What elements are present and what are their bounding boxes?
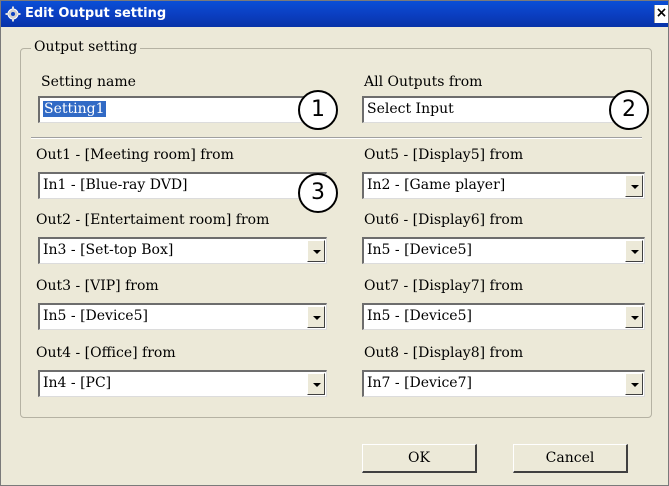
callout-2: 2 — [609, 90, 649, 130]
setting-name-label: Setting name — [41, 74, 136, 90]
out3-value: In5 - [Device5] — [43, 308, 148, 324]
close-icon[interactable]: × — [654, 5, 668, 23]
out5-label: Out5 - [Display5] from — [364, 147, 524, 163]
out4-label: Out4 - [Office] from — [36, 345, 176, 361]
out1-value: In1 - [Blue-ray DVD] — [43, 177, 188, 193]
setting-name-input[interactable]: Setting1 — [38, 96, 315, 123]
ok-button[interactable]: OK — [362, 444, 477, 473]
setting-name-value: Setting1 — [43, 101, 106, 117]
cancel-button[interactable]: Cancel — [513, 444, 628, 473]
callout-3: 3 — [298, 173, 338, 213]
title-bar[interactable]: Edit Output setting × — [1, 1, 668, 27]
out8-value: In7 - [Device7] — [367, 375, 472, 391]
out5-select[interactable]: In2 - [Game player] — [362, 172, 645, 199]
chevron-down-icon[interactable] — [625, 373, 643, 395]
chevron-down-icon[interactable] — [625, 175, 643, 197]
window-title: Edit Output setting — [25, 6, 167, 21]
out7-select[interactable]: In5 - [Device5] — [362, 303, 645, 330]
out7-label: Out7 - [Display7] from — [364, 278, 524, 294]
all-outputs-select[interactable]: Select Input — [362, 96, 641, 123]
out5-value: In2 - [Game player] — [367, 177, 506, 193]
out6-select[interactable]: In5 - [Device5] — [362, 237, 645, 264]
out4-value: In4 - [PC] — [43, 375, 112, 391]
chevron-down-icon[interactable] — [307, 240, 325, 262]
out1-label: Out1 - [Meeting room] from — [36, 147, 234, 163]
out8-label: Out8 - [Display8] from — [364, 345, 524, 361]
chevron-down-icon[interactable] — [307, 306, 325, 328]
callout-1: 1 — [298, 90, 338, 130]
out2-select[interactable]: In3 - [Set-top Box] — [38, 237, 327, 264]
out3-select[interactable]: In5 - [Device5] — [38, 303, 327, 330]
out3-label: Out3 - [VIP] from — [36, 278, 159, 294]
out2-label: Out2 - [Entertaiment room] from — [36, 212, 270, 228]
chevron-down-icon[interactable] — [625, 306, 643, 328]
out6-value: In5 - [Device5] — [367, 242, 472, 258]
out7-value: In5 - [Device5] — [367, 308, 472, 324]
out8-select[interactable]: In7 - [Device7] — [362, 370, 645, 397]
all-outputs-label: All Outputs from — [364, 74, 483, 90]
chevron-down-icon[interactable] — [625, 240, 643, 262]
out4-select[interactable]: In4 - [PC] — [38, 370, 327, 397]
gear-icon — [5, 6, 21, 22]
out1-select[interactable]: In1 - [Blue-ray DVD] — [38, 172, 327, 199]
out6-label: Out6 - [Display6] from — [364, 212, 524, 228]
all-outputs-value: Select Input — [367, 101, 454, 117]
chevron-down-icon[interactable] — [307, 373, 325, 395]
edit-output-dialog: Edit Output setting × Output setting Set… — [0, 0, 669, 486]
out2-value: In3 - [Set-top Box] — [43, 242, 174, 258]
group-legend: Output setting — [31, 39, 141, 56]
divider — [31, 137, 642, 139]
